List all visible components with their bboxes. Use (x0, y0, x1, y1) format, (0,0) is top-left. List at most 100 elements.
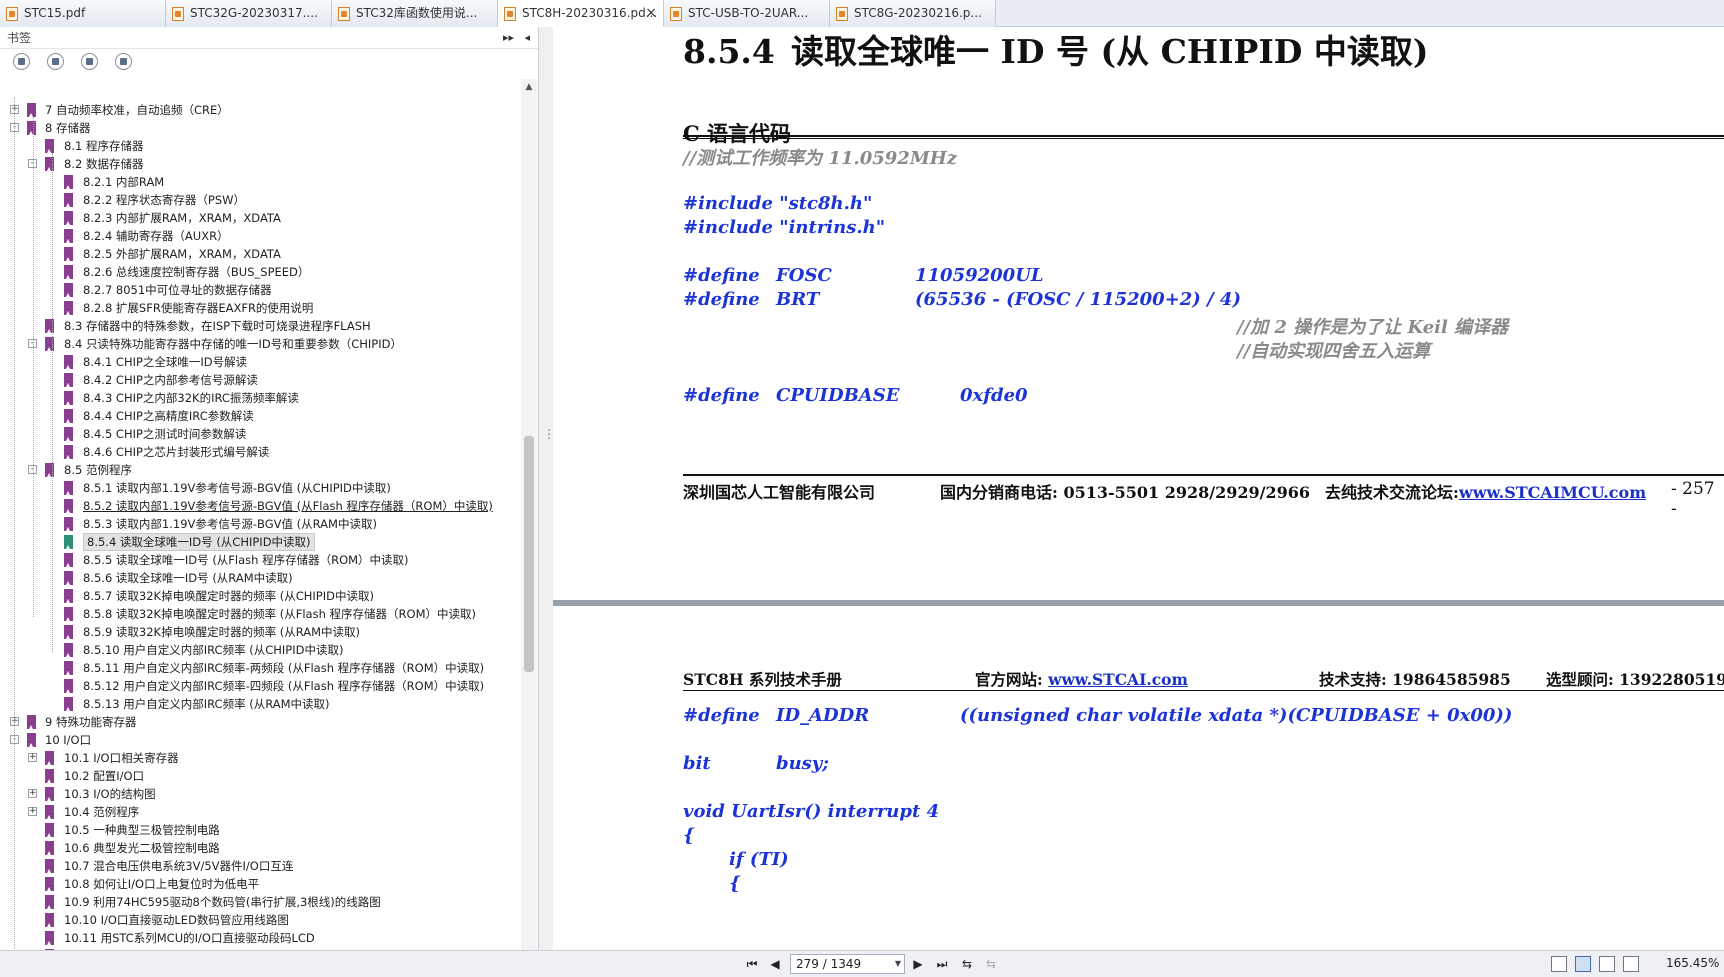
site-link[interactable]: www.STCAI.com (1048, 670, 1188, 689)
code-keyword: #define (683, 265, 760, 286)
bookmark-item[interactable]: 8.4.2 CHIP之内部参考信号源解读 (0, 371, 520, 389)
bookmark-item[interactable]: 8.2.2 程序状态寄存器（PSW） (0, 191, 520, 209)
code-identifier: CPUIDBASE (776, 385, 900, 406)
bookmark-item[interactable]: 8.5.1 读取内部1.19V参考信号源-BGV值 (从CHIPID中读取) (0, 479, 520, 497)
tab-stc8h[interactable]: STC8H-20230316.pd... × (498, 0, 664, 27)
bookmark-icon (64, 193, 73, 207)
scrollbar-thumb[interactable] (524, 436, 534, 672)
bookmark-item[interactable]: 8.2.8 扩展SFR使能寄存器EAXFR的使用说明 (0, 299, 520, 317)
forum-link[interactable]: www.STCAIMCU.com (1459, 483, 1646, 502)
bookmark-item[interactable]: -8 存储器 (0, 119, 520, 137)
tab-label: STC15.pdf (24, 6, 86, 20)
bookmark-item[interactable]: 8.5.11 用户自定义内部IRC频率-两频段 (从Flash 程序存储器（RO… (0, 659, 520, 677)
bookmark-item[interactable]: 8.4.6 CHIP之芯片封装形式编号解读 (0, 443, 520, 461)
bookmark-item[interactable]: 8.2.3 内部扩展RAM，XRAM，XDATA (0, 209, 520, 227)
bookmark-item[interactable]: 8.5.5 读取全球唯一ID号 (从Flash 程序存储器（ROM）中读取) (0, 551, 520, 569)
bookmark-icon (64, 571, 73, 585)
pin-panel-icon[interactable]: ▸▸ (503, 27, 514, 49)
expand-icon[interactable]: + (28, 807, 37, 816)
next-page-icon[interactable]: ▶ (909, 955, 927, 973)
bookmark-item[interactable]: 10.8 如何让I/O口上电复位时为低电平 (0, 875, 520, 893)
bookmark-toolbar (0, 49, 538, 75)
code-keyword: bit (683, 753, 711, 774)
bookmark-item[interactable]: 8.5.6 读取全球唯一ID号 (从RAM中读取) (0, 569, 520, 587)
expand-all-bookmarks-icon[interactable] (13, 53, 30, 70)
bookmark-item[interactable]: 8.2.1 内部RAM (0, 173, 520, 191)
tab-stc-usb-to-2uart[interactable]: STC-USB-TO-2UAR... (664, 0, 830, 27)
bookmark-item[interactable]: 8.2.4 辅助寄存器（AUXR） (0, 227, 520, 245)
facing-view-icon[interactable] (1599, 956, 1615, 972)
bookmark-item[interactable]: +10.4 范例程序 (0, 803, 520, 821)
collapse-panel-icon[interactable]: ◂ (524, 27, 530, 49)
bookmark-item[interactable]: 8.5.4 读取全球唯一ID号 (从CHIPID中读取) (0, 533, 520, 551)
bookmark-item[interactable]: 10.10 I/O口直接驱动LED数码管应用线路图 (0, 911, 520, 929)
last-page-icon[interactable]: ⏭ (933, 955, 951, 973)
page-number-input[interactable]: 279 / 1349 ▼ (790, 954, 905, 974)
close-icon[interactable]: × (645, 0, 657, 26)
bookmark-item[interactable]: 8.5.10 用户自定义内部IRC频率 (从CHIPID中读取) (0, 641, 520, 659)
bookmark-item[interactable]: 10.2 配置I/O口 (0, 767, 520, 785)
bookmark-item[interactable]: 8.5.12 用户自定义内部IRC频率-四频段 (从Flash 程序存储器（RO… (0, 677, 520, 695)
tab-stc8g[interactable]: STC8G-20230216.p... (830, 0, 996, 27)
bookmark-item[interactable]: 8.5.9 读取32K掉电唤醒定时器的频率 (从RAM中读取) (0, 623, 520, 641)
bookmark-item[interactable]: 10.9 利用74HC595驱动8个数码管(串行扩展,3根线)的线路图 (0, 893, 520, 911)
bookmark-item[interactable]: 8.4.1 CHIP之全球唯一ID号解读 (0, 353, 520, 371)
forward-icon[interactable]: ⇆ (982, 955, 1000, 973)
bookmark-item[interactable]: -8.5 范例程序 (0, 461, 520, 479)
bookmark-label: 8 存储器 (45, 121, 91, 135)
panel-splitter[interactable] (539, 27, 555, 950)
bookmark-item[interactable]: +7 自动频率校准，自动追频（CRE） (0, 101, 520, 119)
bookmark-item[interactable]: +10.1 I/O口相关寄存器 (0, 749, 520, 767)
bookmark-item[interactable]: 8.4.5 CHIP之测试时间参数解读 (0, 425, 520, 443)
bookmark-label: 10.7 混合电压供电系统3V/5V器件I/O口互连 (64, 859, 294, 873)
bookmark-item[interactable]: +9 特殊功能寄存器 (0, 713, 520, 731)
bookmark-item[interactable]: 10.6 典型发光二极管控制电路 (0, 839, 520, 857)
tab-stc15[interactable]: STC15.pdf (0, 0, 166, 27)
bookmark-item[interactable]: -10 I/O口 (0, 731, 520, 749)
single-page-view-icon[interactable] (1551, 956, 1567, 972)
bookmark-icon (45, 895, 54, 909)
bookmark-item[interactable]: 10.11 用STC系列MCU的I/O口直接驱动段码LCD (0, 929, 520, 947)
bookmark-icon (27, 121, 36, 135)
continuous-view-icon[interactable] (1575, 956, 1591, 972)
chevron-down-icon[interactable]: ▼ (895, 955, 901, 973)
find-current-bookmark-icon[interactable] (115, 53, 132, 70)
zoom-level[interactable]: 165.45% (1666, 956, 1719, 970)
bookmark-icon (64, 283, 73, 297)
bookmark-label: 10.9 利用74HC595驱动8个数码管(串行扩展,3根线)的线路图 (64, 895, 381, 909)
expand-icon[interactable]: + (28, 789, 37, 798)
bookmark-item[interactable]: -8.4 只读特殊功能寄存器中存储的唯一ID号和重要参数（CHIPID） (0, 335, 520, 353)
bookmark-item[interactable]: 8.5.3 读取内部1.19V参考信号源-BGV值 (从RAM中读取) (0, 515, 520, 533)
bookmark-item[interactable]: -8.2 数据存储器 (0, 155, 520, 173)
bookmark-item[interactable]: 8.5.7 读取32K掉电唤醒定时器的频率 (从CHIPID中读取) (0, 587, 520, 605)
collapse-all-bookmarks-icon[interactable] (47, 53, 64, 70)
bookmark-label: 8.2.2 程序状态寄存器（PSW） (83, 193, 246, 207)
tab-stc32g[interactable]: STC32G-20230317.... (166, 0, 332, 27)
go-to-bookmark-icon[interactable] (81, 53, 98, 70)
bookmark-icon (64, 301, 73, 315)
bookmark-item[interactable]: 8.1 程序存储器 (0, 137, 520, 155)
expand-icon[interactable]: + (28, 753, 37, 762)
first-page-icon[interactable]: ⏮ (743, 955, 761, 973)
page-number: - 257 - (1671, 479, 1715, 519)
bookmark-item[interactable]: 8.2.7 8051中可位寻址的数据存储器 (0, 281, 520, 299)
bookmark-item[interactable]: 8.2.6 总线速度控制寄存器（BUS_SPEED） (0, 263, 520, 281)
scroll-up-icon[interactable]: ▲ (521, 79, 537, 95)
bookmark-scrollbar[interactable]: ▲ ▼ (521, 79, 537, 975)
bookmark-item[interactable]: 8.4.4 CHIP之高精度IRC参数解读 (0, 407, 520, 425)
bookmark-item[interactable]: 8.5.2 读取内部1.19V参考信号源-BGV值 (从Flash 程序存储器（… (0, 497, 520, 515)
bookmark-item[interactable]: 8.5.13 用户自定义内部IRC频率 (从RAM中读取) (0, 695, 520, 713)
bookmark-item[interactable]: 8.2.5 外部扩展RAM，XRAM，XDATA (0, 245, 520, 263)
document-view[interactable]: 8.5.4 读取全球唯一 ID 号 (从 CHIPID 中读取) C 语言代码 /… (553, 27, 1724, 950)
bookmark-item[interactable]: 8.4.3 CHIP之内部32K的IRC振荡频率解读 (0, 389, 520, 407)
back-icon[interactable]: ⇆ (958, 955, 976, 973)
tree-guide-line (52, 153, 53, 653)
bookmark-item[interactable]: +10.3 I/O的结构图 (0, 785, 520, 803)
bookmark-item[interactable]: 10.7 混合电压供电系统3V/5V器件I/O口互连 (0, 857, 520, 875)
bookmark-item[interactable]: 10.5 一种典型三极管控制电路 (0, 821, 520, 839)
previous-page-icon[interactable]: ◀ (766, 955, 784, 973)
bookmark-item[interactable]: 8.3 存储器中的特殊参数，在ISP下载时可烧录进程序FLASH (0, 317, 520, 335)
bookmark-item[interactable]: 8.5.8 读取32K掉电唤醒定时器的频率 (从Flash 程序存储器（ROM）… (0, 605, 520, 623)
tab-stc32-library[interactable]: STC32库函数使用说... (332, 0, 498, 27)
continuous-facing-view-icon[interactable] (1623, 956, 1639, 972)
